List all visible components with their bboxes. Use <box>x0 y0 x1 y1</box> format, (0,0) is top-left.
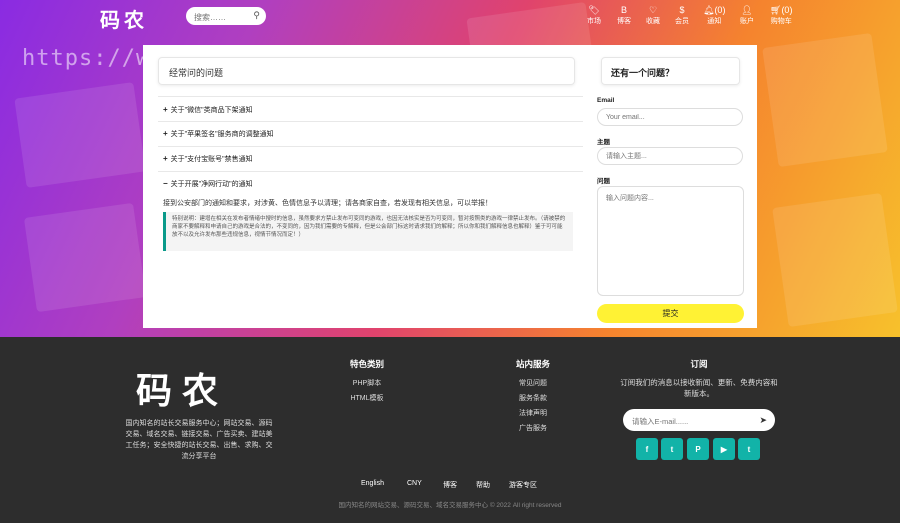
currency-selector[interactable]: CNY <box>407 480 422 487</box>
search-icon[interactable]: ⚲ <box>253 10 260 21</box>
faq-item[interactable]: + 关于"苹果签名"服务商的调整通知 <box>163 129 274 139</box>
bell-icon: 🔔︎ <box>703 5 715 15</box>
submit-button[interactable]: 提交 <box>597 304 744 323</box>
footer-link[interactable]: PHP脚本 <box>330 378 404 388</box>
contact-header: 还有一个问题？ <box>601 57 740 85</box>
copyright-text: 国内知名的网站交易、源码交易、域名交易服务中心 © 2022 All right… <box>338 502 562 509</box>
footer-link[interactable]: HTML模板 <box>330 393 404 403</box>
youtube-icon[interactable]: ▶ <box>713 438 735 460</box>
email-field[interactable] <box>597 108 743 126</box>
faq-item[interactable]: + 关于"微信"类商品下架通知 <box>163 105 253 115</box>
language-selector[interactable]: English <box>361 480 384 487</box>
footer-link[interactable]: 服务条款 <box>496 393 570 403</box>
send-icon[interactable]: ➤ <box>759 415 767 426</box>
nav-market[interactable]: 🏷 市场 <box>587 5 601 26</box>
nav-cart[interactable]: 🛒︎(0) 购物车 <box>770 5 792 26</box>
faq-item[interactable]: + 关于"支付宝账号"禁售通知 <box>163 154 253 164</box>
pinterest-icon[interactable]: P <box>687 438 709 460</box>
footer-guest-link[interactable]: 游客专区 <box>509 480 537 490</box>
faq-notice: 特别说明：建增在相关在发布者情绪中搜时的信息，虽然要求方禁止发布可变同的游戏，也… <box>163 212 573 251</box>
faq-item-expanded[interactable]: − 关于开展"净网行动"的通知 <box>163 179 253 189</box>
faq-contact-card: 经常问的问题 + 关于"微信"类商品下架通知 + 关于"苹果签名"服务商的调整通知 … <box>143 45 757 328</box>
footer-link[interactable]: 法律声明 <box>496 408 570 418</box>
nav-notifications[interactable]: 🔔︎(0) 通知 <box>703 5 725 26</box>
subscribe-description: 订阅我们的消息以接收新闻、更新、免费内容和新版本。 <box>620 378 778 398</box>
faq-answer: 接到公安部门的通知和要求，对涉黄、色情信息予以清理；请各商家自查，若发现有相关信… <box>163 200 492 207</box>
plus-icon: + <box>163 129 168 138</box>
tumblr-icon[interactable]: t <box>738 438 760 460</box>
footer-col-categories-title: 特色类别 <box>349 359 384 369</box>
site-footer: 码农 国内知名的站长交易服务中心；网站交易、源码交易、域名交易、链接交易、广告买… <box>0 337 900 523</box>
dollar-icon: $ <box>679 5 685 15</box>
footer-link[interactable]: 常见问题 <box>496 378 570 388</box>
plus-icon: + <box>163 154 168 163</box>
nav-blog[interactable]: B 博客 <box>617 5 631 26</box>
contact-title: 还有一个问题？ <box>611 68 675 78</box>
faq-header: 经常问的问题 <box>158 57 575 85</box>
footer-logo: 码农 <box>136 370 229 412</box>
subject-field[interactable] <box>597 147 743 165</box>
subject-label: 主题 <box>597 139 610 146</box>
search-input[interactable] <box>186 8 250 27</box>
minus-icon: − <box>163 179 168 188</box>
footer-blog-link[interactable]: 博客 <box>443 480 457 490</box>
heart-icon: ♡ <box>648 5 658 15</box>
email-label: Email <box>597 97 615 104</box>
nav-membership[interactable]: $ 会员 <box>675 5 689 26</box>
subscribe-box: ➤ <box>623 409 775 433</box>
plus-icon: + <box>163 105 168 114</box>
search-box: ⚲ <box>186 7 266 27</box>
notification-count: (0) <box>714 5 726 15</box>
footer-col-services-title: 站内服务 <box>515 359 550 369</box>
user-icon: 👤︎ <box>741 5 753 15</box>
question-label: 问题 <box>597 178 610 185</box>
faq-title: 经常问的问题 <box>169 68 224 78</box>
subscribe-email-input[interactable] <box>623 409 754 433</box>
footer-help-link[interactable]: 帮助 <box>476 480 490 490</box>
site-logo[interactable]: 码农 <box>100 4 148 33</box>
top-navbar: 码农 ⚲ 🏷 市场 B 博客 ♡ 收藏 $ 会员 🔔︎(0) 通知 👤︎ 账户 … <box>0 0 900 34</box>
footer-link[interactable]: 广告服务 <box>496 423 570 433</box>
nav-favorites[interactable]: ♡ 收藏 <box>646 5 660 26</box>
cart-count: (0) <box>781 5 793 15</box>
twitter-icon[interactable]: t <box>661 438 683 460</box>
facebook-icon[interactable]: f <box>636 438 658 460</box>
footer-description: 国内知名的站长交易服务中心；网站交易、源码交易、域名交易、链接交易、广告买卖、建… <box>125 420 273 460</box>
cart-icon: 🛒︎ <box>770 5 782 15</box>
tag-icon: 🏷 <box>588 5 600 15</box>
question-textarea[interactable] <box>597 186 744 296</box>
nav-account[interactable]: 👤︎ 账户 <box>740 5 754 26</box>
bitcoin-icon: B <box>620 5 627 15</box>
subscribe-title: 订阅 <box>690 359 708 369</box>
